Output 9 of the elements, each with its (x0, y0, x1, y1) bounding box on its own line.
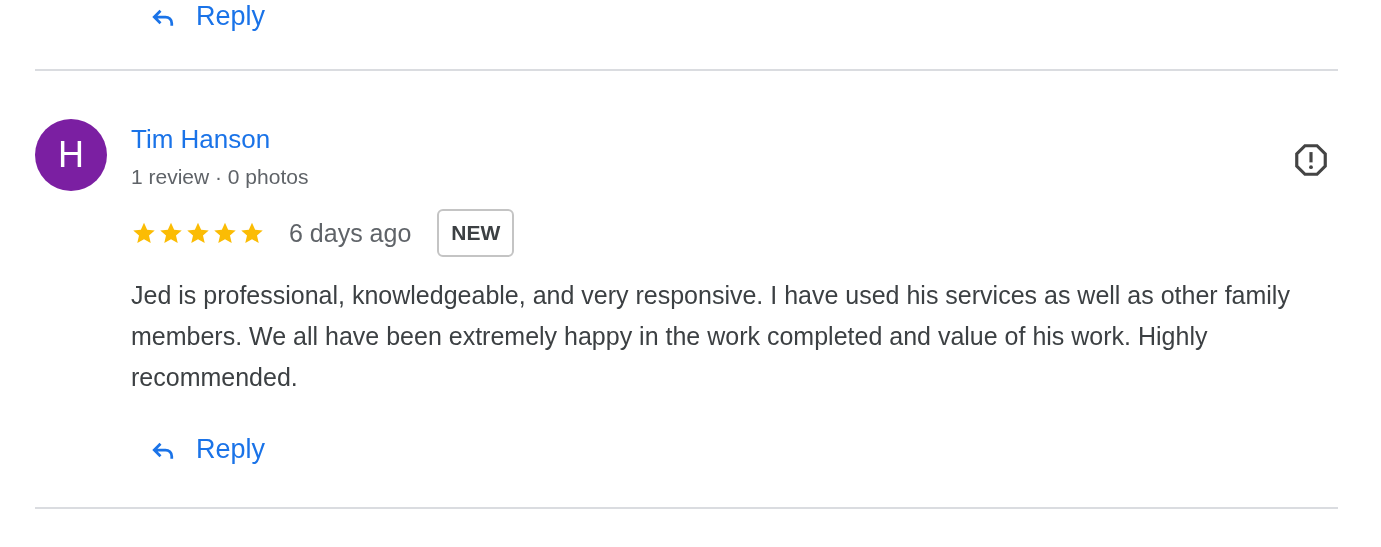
reply-button[interactable]: Reply (148, 1, 266, 32)
review-text: Jed is professional, knowledgeable, and very responsive. I have used his services as well as other family members. We all have been extremely happy in the work completed and value of his work. Highly recommended. (131, 280, 1291, 393)
reviewer-name[interactable]: Tim Hanson (131, 121, 309, 157)
new-badge: NEW (437, 209, 515, 257)
reply-button[interactable]: Reply (148, 434, 266, 465)
avatar: H (35, 119, 107, 191)
report-icon[interactable] (1292, 141, 1330, 179)
review-date: 6 days ago (289, 218, 412, 248)
reviewer-stats: 1 review · 0 photos (131, 164, 309, 190)
